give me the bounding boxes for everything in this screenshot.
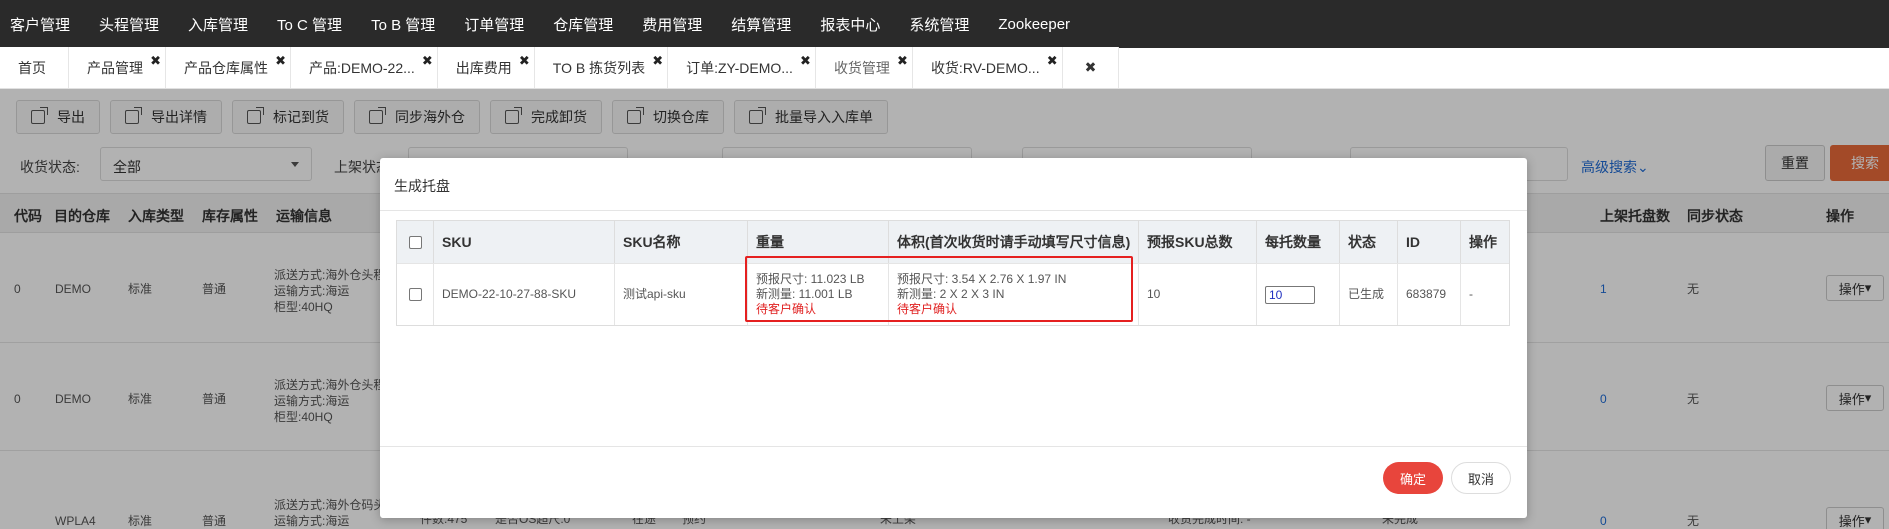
tab-order-zy-demo[interactable]: 订单:ZY-DEMO... ✖ bbox=[668, 47, 816, 88]
per-pallet-input[interactable]: 10 bbox=[1265, 285, 1315, 304]
tab-label: 收货:RV-DEMO... bbox=[930, 59, 1040, 76]
tab-home[interactable]: 首页 bbox=[0, 47, 69, 88]
highlight-box bbox=[745, 256, 1133, 322]
nav-reports[interactable]: 报表中心 bbox=[820, 14, 880, 35]
nav-toc[interactable]: To C 管理 bbox=[277, 14, 342, 35]
tab-bar: 首页 产品管理 ✖ 产品仓库属性 ✖ 产品:DEMO-22... ✖ 出库费用 ✖ TO… bbox=[0, 47, 1889, 89]
close-icon[interactable]: ✖ bbox=[422, 53, 433, 69]
tab-products[interactable]: 产品管理 ✖ bbox=[69, 47, 166, 88]
tab-receiving[interactable]: 收货管理 ✖ bbox=[815, 47, 913, 88]
nav-orders[interactable]: 订单管理 bbox=[464, 14, 524, 35]
tab-label: 收货管理 bbox=[833, 59, 890, 76]
sku-value: DEMO-22-10-27-88-SKU bbox=[442, 287, 577, 301]
top-nav: 客户管理 头程管理 入库管理 To C 管理 To B 管理 订单管理 仓库管理… bbox=[0, 0, 1889, 48]
nav-inbound[interactable]: 入库管理 bbox=[188, 14, 248, 35]
nav-system[interactable]: 系统管理 bbox=[909, 14, 969, 35]
select-all-header bbox=[397, 221, 434, 263]
close-icon[interactable]: ✖ bbox=[897, 53, 908, 69]
close-icon: ✖ bbox=[1084, 59, 1097, 75]
action-value: - bbox=[1469, 287, 1473, 301]
col-id: ID bbox=[1398, 221, 1461, 263]
cell-forecast-total: 10 bbox=[1139, 263, 1257, 325]
tab-tob-picking[interactable]: TO B 拣货列表 ✖ bbox=[534, 47, 669, 88]
cell-per-pallet: 10 bbox=[1257, 263, 1340, 325]
close-all-tabs-button[interactable]: ✖ bbox=[1062, 47, 1120, 88]
nav-warehouse[interactable]: 仓库管理 bbox=[553, 14, 613, 35]
id-value: 683879 bbox=[1406, 287, 1447, 301]
close-icon[interactable]: ✖ bbox=[519, 53, 530, 69]
status-value: 已生成 bbox=[1348, 287, 1385, 301]
tab-product-demo[interactable]: 产品:DEMO-22... ✖ bbox=[291, 47, 438, 88]
cell-id: 683879 bbox=[1398, 263, 1461, 325]
tab-label: 产品:DEMO-22... bbox=[309, 59, 415, 76]
close-icon[interactable]: ✖ bbox=[275, 53, 286, 69]
tab-receiving-rv-demo[interactable]: 收货:RV-DEMO... ✖ bbox=[912, 47, 1063, 88]
tab-label: 产品管理 bbox=[87, 59, 143, 76]
close-icon[interactable]: ✖ bbox=[800, 53, 811, 69]
tab-label: 出库费用 bbox=[455, 59, 512, 76]
nav-customer[interactable]: 客户管理 bbox=[10, 14, 70, 35]
row-select-cell bbox=[397, 263, 434, 325]
sku-name-value: 测试api-sku bbox=[623, 287, 686, 301]
generate-pallet-dialog: 生成托盘 SKU SKU名称 重量 体积(首次收货时请手动填写尺寸信息) 预报S… bbox=[380, 158, 1527, 518]
nav-tob[interactable]: To B 管理 bbox=[371, 14, 435, 35]
cancel-button[interactable]: 取消 bbox=[1451, 462, 1511, 494]
nav-settlement[interactable]: 结算管理 bbox=[731, 14, 791, 35]
select-all-checkbox[interactable] bbox=[408, 235, 422, 249]
cell-sku: DEMO-22-10-27-88-SKU bbox=[434, 263, 615, 325]
close-icon[interactable]: ✖ bbox=[150, 53, 161, 69]
nav-fees[interactable]: 费用管理 bbox=[642, 14, 702, 35]
dialog-title: 生成托盘 bbox=[394, 178, 450, 194]
nav-firstleg[interactable]: 头程管理 bbox=[99, 14, 159, 35]
close-icon[interactable]: ✖ bbox=[652, 53, 663, 69]
tab-label: 产品仓库属性 bbox=[184, 59, 268, 76]
tab-label: TO B 拣货列表 bbox=[552, 59, 646, 76]
tab-label: 首页 bbox=[18, 59, 46, 76]
close-icon[interactable]: ✖ bbox=[1047, 53, 1058, 69]
cell-action: - bbox=[1461, 263, 1509, 325]
col-status: 状态 bbox=[1340, 221, 1398, 263]
cell-sku-name: 测试api-sku bbox=[615, 263, 748, 325]
tab-product-warehouse-attr[interactable]: 产品仓库属性 ✖ bbox=[166, 47, 291, 88]
row-checkbox[interactable] bbox=[408, 288, 422, 301]
tab-label: 订单:ZY-DEMO... bbox=[686, 59, 793, 76]
divider bbox=[380, 446, 1527, 447]
divider bbox=[380, 210, 1527, 211]
cell-status: 已生成 bbox=[1340, 263, 1398, 325]
col-forecast-total: 预报SKU总数 bbox=[1139, 221, 1257, 263]
col-action: 操作 bbox=[1461, 221, 1509, 263]
confirm-button[interactable]: 确定 bbox=[1383, 462, 1443, 494]
tab-outbound-fees[interactable]: 出库费用 ✖ bbox=[437, 47, 535, 88]
col-sku-name: SKU名称 bbox=[615, 221, 748, 263]
col-sku: SKU bbox=[434, 221, 615, 263]
nav-zookeeper[interactable]: Zookeeper bbox=[998, 16, 1070, 33]
forecast-total-value: 10 bbox=[1147, 287, 1161, 301]
col-per-pallet: 每托数量 bbox=[1257, 221, 1340, 263]
